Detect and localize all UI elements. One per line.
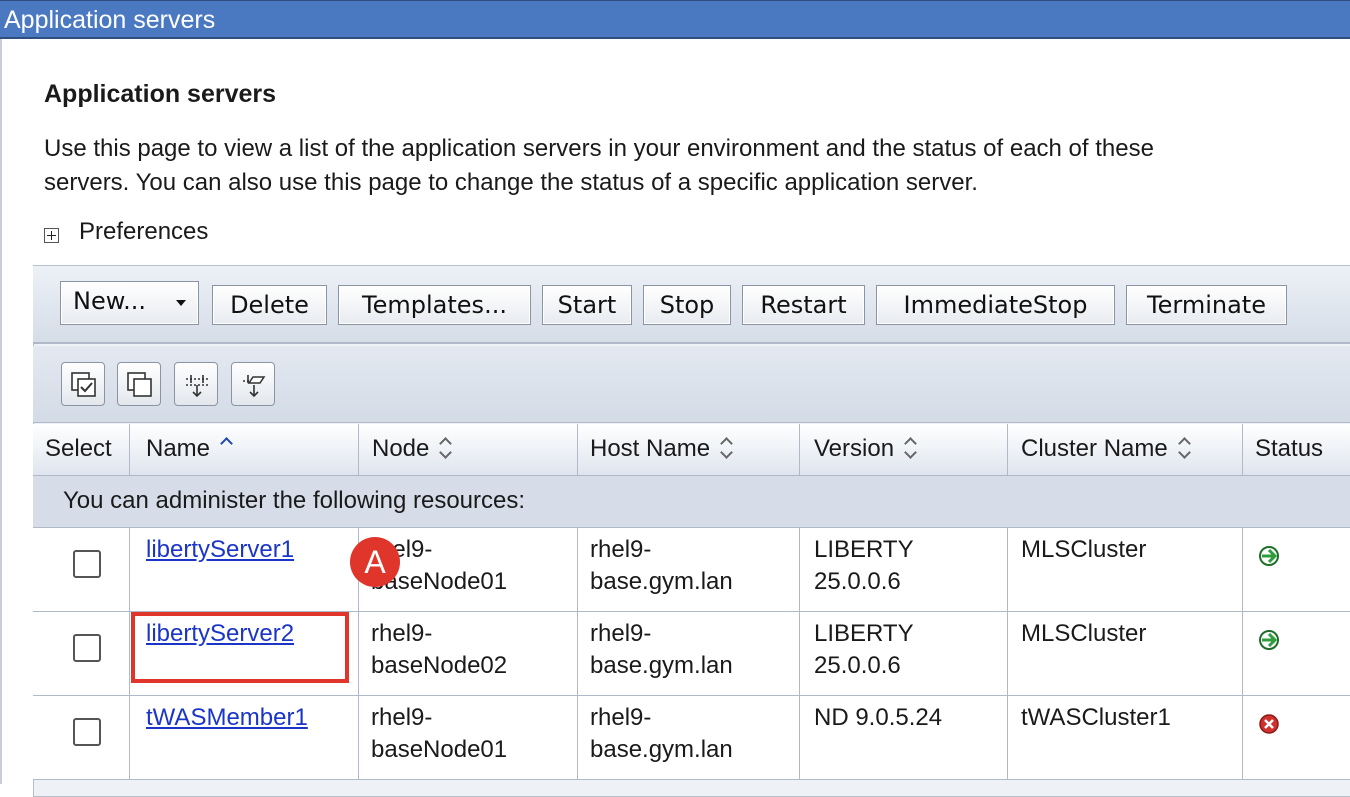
- version-line-1: ND 9.0.5.24: [814, 704, 943, 731]
- clear-filter-button[interactable]: [231, 362, 275, 406]
- preferences-label[interactable]: Preferences: [79, 218, 208, 246]
- table-row-version-cell: ND 9.0.5.24: [800, 696, 1008, 780]
- deselect-all-button[interactable]: [117, 362, 161, 406]
- table-row-node-cell: rhel9- baseNode02: [359, 612, 578, 696]
- version-line-1: LIBERTY: [814, 620, 914, 647]
- sort-ascending-icon[interactable]: [220, 436, 234, 460]
- row-checkbox[interactable]: [73, 718, 101, 746]
- templates-button[interactable]: Templates...: [338, 285, 531, 325]
- select-all-icon: [71, 372, 96, 397]
- annotation-badge: A: [350, 537, 400, 587]
- table-row-host-cell: rhel9- base.gym.lan: [578, 696, 800, 780]
- delete-button[interactable]: Delete: [212, 285, 327, 325]
- table-row-version-cell: LIBERTY 25.0.0.6: [800, 612, 1008, 696]
- preferences-toggle[interactable]: Preferences: [44, 218, 208, 246]
- expand-plus-icon[interactable]: [44, 227, 59, 243]
- table-row-status-cell: [1243, 528, 1350, 612]
- column-header-version[interactable]: Version: [800, 424, 1008, 476]
- window-title-bar: Application servers: [0, 0, 1350, 39]
- table-row-status-cell: [1243, 612, 1350, 696]
- node-line-1: rhel9-: [371, 620, 433, 647]
- row-checkbox[interactable]: [73, 634, 101, 662]
- table-row-cluster-cell: MLSCluster: [1008, 528, 1243, 612]
- table-row-name-cell: libertyServer1: [130, 528, 359, 612]
- table-row-node-cell: rhel9- baseNode01: [359, 696, 578, 780]
- page-title: Application servers: [44, 80, 277, 108]
- sort-icon[interactable]: [904, 436, 918, 460]
- table-row-version-cell: LIBERTY 25.0.0.6: [800, 528, 1008, 612]
- column-header-node-label: Node: [372, 435, 430, 462]
- host-line-2: base.gym.lan: [590, 652, 733, 679]
- host-line-1: rhel9-: [590, 536, 652, 563]
- server-name-link[interactable]: tWASMember1: [146, 704, 308, 731]
- sort-icon[interactable]: [439, 436, 453, 460]
- column-header-host-label: Host Name: [590, 435, 711, 462]
- node-line-2: baseNode01: [371, 568, 508, 595]
- column-header-cluster[interactable]: Cluster Name: [1008, 424, 1243, 476]
- sort-icon[interactable]: [1178, 436, 1192, 460]
- host-line-1: rhel9-: [590, 620, 652, 647]
- table-row-status-cell: [1243, 696, 1350, 780]
- column-header-node[interactable]: Node: [359, 424, 578, 476]
- host-line-1: rhel9-: [590, 704, 652, 731]
- stop-button[interactable]: Stop: [643, 285, 731, 325]
- highlight-box: [131, 612, 349, 683]
- table-row-cluster-cell: tWASCluster1: [1008, 696, 1243, 780]
- restart-button[interactable]: Restart: [742, 285, 865, 325]
- table-row-select-cell: [33, 696, 130, 780]
- table-row-select-cell: [33, 528, 130, 612]
- terminate-button[interactable]: Terminate: [1126, 285, 1287, 325]
- column-header-cluster-label: Cluster Name: [1021, 435, 1168, 462]
- immediate-stop-button[interactable]: ImmediateStop: [876, 285, 1115, 325]
- table-row-host-cell: rhel9- base.gym.lan: [578, 528, 800, 612]
- table-row-host-cell: rhel9- base.gym.lan: [578, 612, 800, 696]
- left-border: [0, 39, 2, 784]
- sort-icon[interactable]: [720, 436, 734, 460]
- node-line-1: rhel9-: [371, 704, 433, 731]
- description-line-1: Use this page to view a list of the appl…: [44, 135, 1154, 162]
- deselect-all-icon: [127, 372, 152, 397]
- description-line-2: servers. You can also use this page to c…: [44, 169, 978, 196]
- row-checkbox[interactable]: [73, 550, 101, 578]
- node-line-1: rhel9-: [371, 536, 433, 563]
- version-line-2: 25.0.0.6: [814, 568, 901, 595]
- start-button[interactable]: Start: [542, 285, 632, 325]
- column-header-name-label: Name: [146, 435, 211, 462]
- resources-info-row: You can administer the following resourc…: [33, 476, 1350, 528]
- host-line-2: base.gym.lan: [590, 568, 733, 595]
- server-name-link[interactable]: libertyServer1: [146, 536, 294, 563]
- show-filter-button[interactable]: [174, 362, 218, 406]
- clear-filter-icon: [243, 375, 266, 398]
- select-all-button[interactable]: [61, 362, 105, 406]
- started-status-icon: [1259, 630, 1279, 650]
- column-header-select: Select: [33, 424, 130, 476]
- column-header-status: Status: [1243, 424, 1350, 476]
- stopped-status-icon: [1259, 714, 1279, 734]
- node-line-2: baseNode02: [371, 652, 508, 679]
- table-row-cluster-cell: MLSCluster: [1008, 612, 1243, 696]
- new-button-label: New...: [73, 287, 147, 315]
- chevron-down-icon: [176, 300, 186, 306]
- node-line-2: baseNode01: [371, 736, 508, 763]
- column-header-version-label: Version: [814, 435, 895, 462]
- table-row-select-cell: [33, 612, 130, 696]
- show-filter-icon: [186, 375, 208, 398]
- started-status-icon: [1259, 546, 1279, 566]
- host-line-2: base.gym.lan: [590, 736, 733, 763]
- column-header-host[interactable]: Host Name: [578, 424, 800, 476]
- version-line-1: LIBERTY: [814, 536, 914, 563]
- new-button[interactable]: New...: [60, 281, 199, 325]
- column-header-name[interactable]: Name: [130, 424, 359, 476]
- version-line-2: 25.0.0.6: [814, 652, 901, 679]
- page-description: Use this page to view a list of the appl…: [44, 132, 1350, 200]
- table-row-name-cell: tWASMember1: [130, 696, 359, 780]
